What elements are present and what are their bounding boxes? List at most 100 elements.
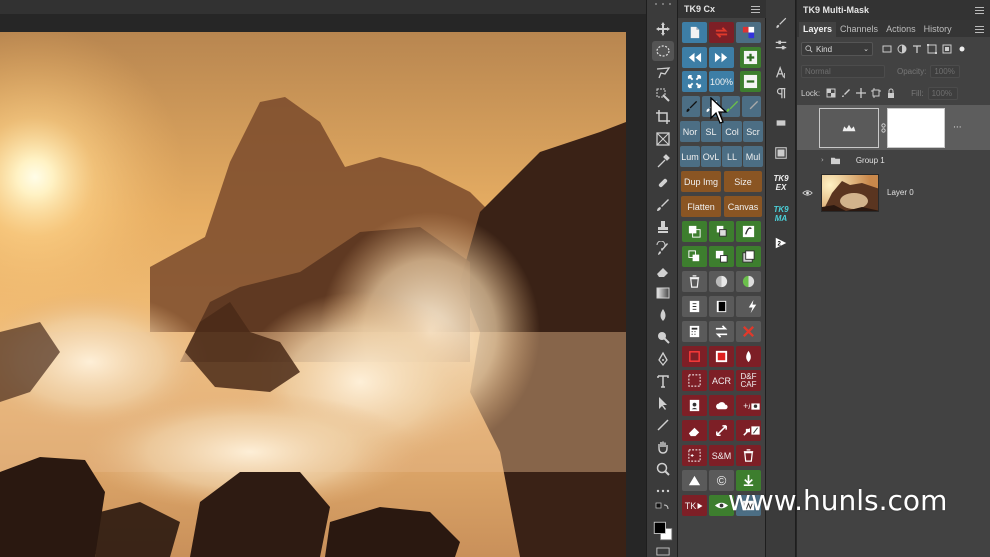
swap-arrows-button[interactable] <box>709 22 734 43</box>
swap-button[interactable] <box>709 321 734 342</box>
lasso-tool-icon[interactable] <box>652 63 674 83</box>
brush-tool-icon[interactable] <box>652 195 674 215</box>
layer-row-group-1[interactable]: › Group 1 <box>797 151 990 169</box>
black-brush-button[interactable] <box>682 96 700 117</box>
blend-normal-button[interactable]: Nor <box>680 121 700 142</box>
filter-pixel-icon[interactable] <box>881 43 893 55</box>
previous-button[interactable] <box>682 47 707 68</box>
gray-brush-button[interactable] <box>742 96 761 117</box>
layer-visibility-eye-icon[interactable] <box>799 186 815 200</box>
line-tool-icon[interactable] <box>652 415 674 435</box>
layer-order-button[interactable] <box>682 296 707 317</box>
more-tools-icon[interactable] <box>652 481 674 501</box>
blend-linear-light-button[interactable]: LL <box>722 146 742 167</box>
quick-mask-icon[interactable] <box>652 546 674 557</box>
tk9-play-panel-icon[interactable]: 2 <box>771 234 791 252</box>
select-outline-button[interactable] <box>682 346 707 367</box>
layer-visibility-empty[interactable] <box>799 121 815 135</box>
edit-mask-button[interactable] <box>750 420 761 441</box>
blend-multiply-button[interactable]: Mul <box>743 146 763 167</box>
layer-visibility-empty[interactable] <box>799 153 815 167</box>
eraser-tool-icon[interactable] <box>652 261 674 281</box>
delete-mask-button[interactable] <box>736 445 761 466</box>
document-canvas-area[interactable] <box>0 0 646 557</box>
filter-smart-object-icon[interactable] <box>941 43 953 55</box>
clone-stamp-tool-icon[interactable] <box>652 217 674 237</box>
gradient-tool-icon[interactable] <box>652 283 674 303</box>
blur-tool-icon[interactable] <box>652 305 674 325</box>
blend-screen-button[interactable]: Scr <box>743 121 763 142</box>
properties-icon[interactable] <box>771 144 791 162</box>
hide-layer-button[interactable] <box>736 271 761 292</box>
filter-type-icon[interactable] <box>911 43 923 55</box>
bolt-button[interactable] <box>744 296 761 317</box>
opacity-input[interactable]: 100% <box>930 64 961 78</box>
acr-button[interactable]: ACR <box>709 370 734 391</box>
foreground-background-colors-icon[interactable] <box>652 518 674 544</box>
lock-position-icon[interactable] <box>855 87 867 99</box>
smart-object-button[interactable] <box>736 221 761 242</box>
half-circle-button[interactable] <box>709 271 734 292</box>
type-tool-icon[interactable] <box>652 371 674 391</box>
weather-effects-button[interactable] <box>709 395 734 416</box>
eyedropper-tool-icon[interactable] <box>652 151 674 171</box>
canvas-button[interactable]: Canvas <box>724 196 762 217</box>
crop-tool-icon[interactable] <box>652 107 674 127</box>
lock-transparent-icon[interactable] <box>825 87 837 99</box>
duplicate-layer-button[interactable] <box>709 246 734 267</box>
layers-panel-menu-icon[interactable] <box>975 26 984 33</box>
fit-screen-button[interactable] <box>682 71 707 92</box>
tk9-ex-panel-icon[interactable]: TK9 EX <box>769 174 793 192</box>
new-document-button[interactable] <box>682 22 707 43</box>
paragraph-icon[interactable] <box>771 84 791 102</box>
panel-menu-icon[interactable] <box>751 5 760 13</box>
glyphs-icon[interactable] <box>771 114 791 132</box>
lock-all-icon[interactable] <box>885 87 897 99</box>
document-image[interactable] <box>0 32 626 557</box>
path-selection-tool-icon[interactable] <box>652 393 674 413</box>
tab-channels[interactable]: Channels <box>836 22 882 37</box>
tab-actions[interactable]: Actions <box>882 22 920 37</box>
history-brush-tool-icon[interactable] <box>652 239 674 259</box>
elliptical-marquee-tool-icon[interactable] <box>652 41 674 61</box>
dup-img-button[interactable]: Dup Img <box>681 171 721 192</box>
default-colors-icon[interactable] <box>652 500 674 520</box>
layer-from-selection-button[interactable] <box>682 221 707 242</box>
filter-adjustment-icon[interactable] <box>896 43 908 55</box>
filter-toggle-icon[interactable] <box>956 43 968 55</box>
fill-selection-button[interactable] <box>709 346 734 367</box>
sm-button[interactable]: S&M <box>709 445 734 466</box>
layer-options-icon[interactable]: ··· <box>953 123 962 133</box>
tk-play-button[interactable]: TK <box>682 495 707 516</box>
lock-artboard-icon[interactable] <box>870 87 882 99</box>
stamp-visible-button[interactable] <box>709 221 734 242</box>
tab-history[interactable]: History <box>920 22 956 37</box>
frame-tool-icon[interactable] <box>652 129 674 149</box>
layer-row-layer-0[interactable]: Layer 0 <box>797 170 990 215</box>
zoom-100-button[interactable]: 100% <box>709 71 734 92</box>
hand-tool-icon[interactable] <box>652 437 674 457</box>
zoom-tool-icon[interactable] <box>652 459 674 479</box>
character-icon[interactable] <box>771 64 791 82</box>
delete-layer-button[interactable] <box>682 271 707 292</box>
calculator-button[interactable] <box>682 321 707 342</box>
pen-tool-icon[interactable] <box>652 349 674 369</box>
adjustments-icon[interactable] <box>771 36 791 54</box>
kind-filter-select[interactable]: Kind ⌄ <box>801 42 873 56</box>
size-button[interactable]: Size <box>724 171 762 192</box>
close-x-button[interactable] <box>736 321 761 342</box>
flatten-button[interactable]: Flatten <box>681 196 721 217</box>
dodge-tool-icon[interactable] <box>652 327 674 347</box>
quick-selection-tool-icon[interactable] <box>652 85 674 105</box>
marquee-selection-button[interactable] <box>682 370 707 391</box>
transform-selection-button[interactable] <box>682 445 707 466</box>
feather-drop-button[interactable] <box>736 346 761 367</box>
move-tool-icon[interactable] <box>652 19 674 39</box>
panel-menu-icon[interactable] <box>975 6 984 14</box>
tk9-ma-panel-icon[interactable]: TK9 MA <box>769 205 793 223</box>
brush-settings-icon[interactable] <box>771 14 791 32</box>
fill-input[interactable]: 100% <box>927 86 958 100</box>
blend-overlay-button[interactable]: OvL <box>701 146 721 167</box>
merge-layers-button[interactable] <box>682 246 707 267</box>
channels-split-button[interactable] <box>736 22 761 43</box>
